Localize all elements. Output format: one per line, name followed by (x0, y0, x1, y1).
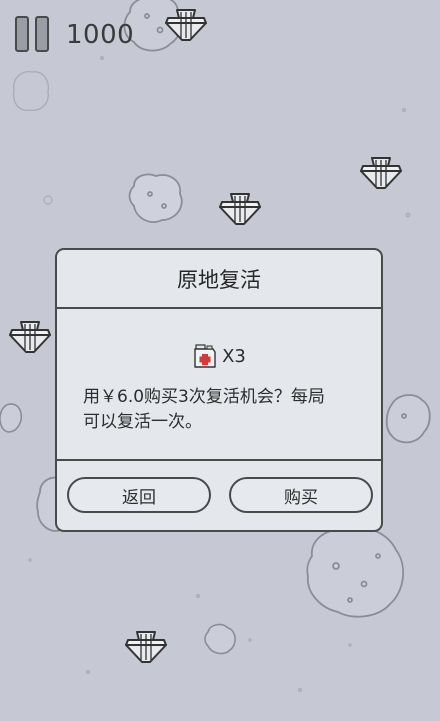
buy-button[interactable]: 购买 (229, 477, 373, 513)
enemy-plane-icon (125, 631, 167, 663)
score-display: 1000 (66, 20, 135, 50)
asteroid-icon (128, 173, 183, 223)
dialog-body: X3 用￥6.0购买3次复活机会？每局 可以复活一次。 (57, 309, 381, 461)
back-button[interactable]: 返回 (67, 477, 211, 513)
asteroid-icon (0, 403, 23, 433)
dialog-actions: 返回 购买 (57, 461, 381, 531)
asteroid-icon (385, 394, 431, 444)
asteroid-icon (204, 623, 236, 655)
enemy-plane-icon (9, 321, 51, 353)
offer-item: X3 (57, 343, 381, 369)
purchase-message: 用￥6.0购买3次复活机会？每局 可以复活一次。 (83, 385, 361, 435)
pause-icon (15, 16, 49, 52)
asteroid-icon (306, 526, 404, 618)
item-quantity: X3 (222, 345, 246, 367)
fuel-can-icon (194, 344, 216, 368)
dialog-title: 原地复活 (57, 250, 381, 309)
asteroid-icon (12, 71, 50, 111)
enemy-plane-icon (219, 193, 261, 225)
message-line: 可以复活一次。 (83, 412, 202, 432)
pause-button[interactable] (14, 15, 52, 53)
message-line: 用￥6.0购买3次复活机会？每局 (83, 387, 325, 407)
enemy-plane-icon (360, 157, 402, 189)
revive-dialog: 原地复活 X3 用￥6.0购买3次复活机会？每局 可以复活一次。 返回 购买 (55, 248, 383, 532)
